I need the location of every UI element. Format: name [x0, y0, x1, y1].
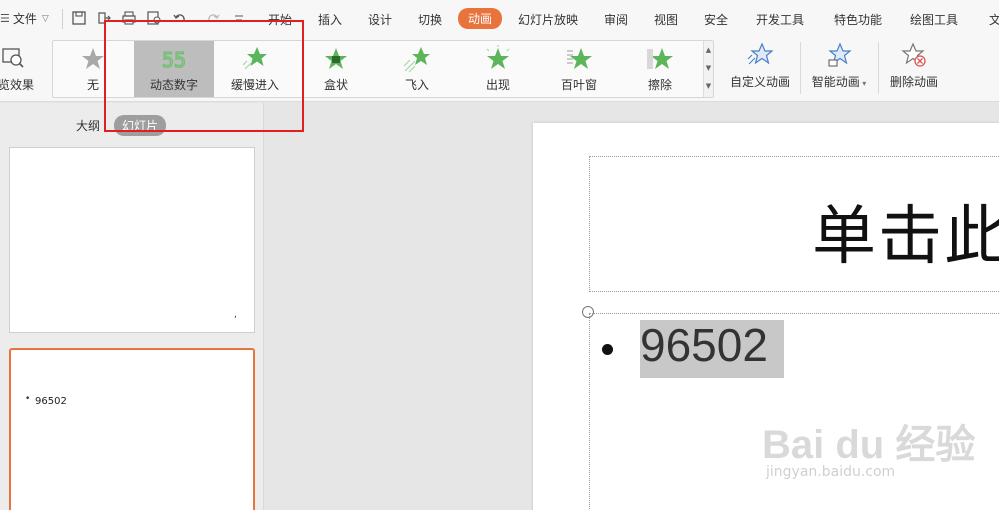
baidu-watermark: Bai du 经验 jingyan.baidu.com: [762, 400, 994, 490]
preview-effect-label: 览效果: [0, 78, 35, 92]
slide-title: 单击此: [812, 200, 999, 274]
preview-icon: [2, 48, 24, 68]
output-icon[interactable]: [95, 9, 113, 27]
delete-animation-icon: [901, 42, 926, 67]
thumbnail-mark: ,: [234, 310, 237, 320]
app-window: ☰ 文件 ▽ 开始 插入 设计 切换 动画 幻灯片放映 审阅 视图 安全 开发工…: [0, 0, 999, 510]
slide-thumbnail-panel: 大纲 幻灯片 , • 96502: [0, 103, 264, 510]
gallery-item-wipe[interactable]: 擦除: [620, 41, 700, 97]
ribbon-divider: [878, 42, 879, 94]
tab-developer[interactable]: 开发工具: [756, 11, 804, 28]
fly-in-star-icon: [403, 47, 430, 73]
gallery-item-label: 出现: [485, 78, 510, 92]
custom-animation-icon: [747, 42, 773, 65]
gallery-item-label: 无: [86, 78, 99, 92]
gallery-item-label: 擦除: [647, 78, 672, 92]
green-star-icon: [242, 47, 267, 70]
menu-icon: ☰: [0, 12, 10, 25]
tab-drawing-tools[interactable]: 绘图工具: [910, 11, 958, 28]
svg-text:55: 55: [162, 48, 186, 72]
gallery-item-fly-in[interactable]: 飞入: [377, 41, 457, 97]
tab-animation[interactable]: 动画: [458, 8, 503, 29]
blinds-star-icon: [567, 48, 592, 69]
tab-insert[interactable]: 插入: [318, 11, 342, 28]
scroll-up-icon[interactable]: ▲: [704, 41, 713, 59]
print-icon[interactable]: [120, 9, 138, 27]
gallery-item-label: 百叶窗: [560, 78, 597, 92]
gallery-scrollbar[interactable]: ▲ ▼ ▼: [703, 41, 713, 97]
custom-animation-label: 自定义动画: [729, 75, 790, 89]
delete-animation-label: 删除动画: [889, 75, 938, 89]
tab-text-tools[interactable]: 文: [989, 11, 999, 28]
animation-ribbon: 览效果 无 55 动态数字 缓慢进入 盒状 飞入 出现 百叶窗 擦除 ▲ ▼ ▼…: [0, 38, 999, 102]
gallery-item-label: 飞入: [404, 78, 429, 92]
gallery-item-blinds[interactable]: 百叶窗: [539, 41, 619, 97]
smart-animation-label: 智能动画 ▾: [811, 75, 867, 89]
custom-animation-button[interactable]: 自定义动画: [724, 40, 796, 96]
watermark-url: jingyan.baidu.com: [766, 464, 896, 480]
tab-features[interactable]: 特色功能: [834, 11, 882, 28]
tab-transitions[interactable]: 切换: [418, 11, 442, 28]
preview-effect-button[interactable]: 览效果: [0, 42, 44, 94]
wipe-star-icon: [647, 48, 673, 69]
tab-slides[interactable]: 幻灯片: [114, 115, 167, 136]
gallery-item-box[interactable]: 盒状: [296, 41, 376, 97]
tab-home[interactable]: 开始: [268, 11, 292, 28]
panel-tabs: 大纲 幻灯片: [0, 115, 264, 136]
save-icon[interactable]: [70, 9, 88, 27]
gallery-item-dynamic-digits[interactable]: 55 动态数字: [134, 41, 214, 97]
print-preview-icon[interactable]: [145, 9, 163, 27]
smart-animation-icon: [828, 42, 852, 67]
appear-star-icon: [486, 45, 510, 69]
file-menu-label: 文件: [12, 12, 37, 26]
slide-thumbnail-2[interactable]: • 96502: [9, 348, 255, 510]
gallery-item-label: 动态数字: [149, 78, 198, 92]
title-placeholder[interactable]: 单击此: [589, 156, 999, 292]
customize-icon[interactable]: [230, 9, 248, 27]
slide-thumbnail-1[interactable]: ,: [9, 147, 255, 333]
bullet-point: [602, 344, 613, 355]
tab-slideshow[interactable]: 幻灯片放映: [518, 11, 578, 28]
chevron-down-icon: ▽: [41, 13, 49, 24]
tab-review[interactable]: 审阅: [604, 11, 628, 28]
watermark-logo-text: Bai du 经验: [762, 423, 976, 467]
menu-bar: ☰ 文件 ▽ 开始 插入 设计 切换 动画 幻灯片放映 审阅 视图 安全 开发工…: [0, 0, 999, 38]
digits-icon: 55: [161, 47, 186, 72]
selected-number-text[interactable]: 96502: [640, 318, 768, 372]
gallery-item-none[interactable]: 无: [53, 41, 133, 97]
tab-security[interactable]: 安全: [704, 11, 728, 28]
ribbon-divider: [800, 42, 801, 94]
gallery-item-slow-entry[interactable]: 缓慢进入: [215, 41, 295, 97]
animation-gallery: 无 55 动态数字 缓慢进入 盒状 飞入 出现 百叶窗 擦除 ▲ ▼ ▼: [52, 40, 714, 98]
thumbnail-text: 96502: [35, 396, 67, 407]
box-star-icon: [325, 48, 347, 69]
gallery-item-label: 盒状: [323, 78, 348, 92]
undo-icon[interactable]: [171, 9, 189, 27]
tab-view[interactable]: 视图: [654, 11, 678, 28]
gray-star-icon: [82, 48, 104, 69]
delete-animation-button[interactable]: 删除动画: [884, 40, 944, 96]
redo-icon[interactable]: [204, 9, 222, 27]
gallery-item-appear[interactable]: 出现: [458, 41, 538, 97]
thumbnail-bullet: •: [25, 394, 31, 404]
scroll-down-icon[interactable]: ▼: [704, 59, 713, 77]
file-menu[interactable]: ☰ 文件 ▽: [0, 10, 49, 27]
gallery-item-label: 缓慢进入: [230, 78, 279, 92]
smart-animation-button[interactable]: 智能动画 ▾: [806, 40, 872, 96]
expand-gallery-icon[interactable]: ▼: [704, 77, 713, 95]
quick-access-divider: [62, 9, 63, 29]
tab-outline[interactable]: 大纲: [76, 117, 100, 134]
tab-design[interactable]: 设计: [368, 11, 392, 28]
